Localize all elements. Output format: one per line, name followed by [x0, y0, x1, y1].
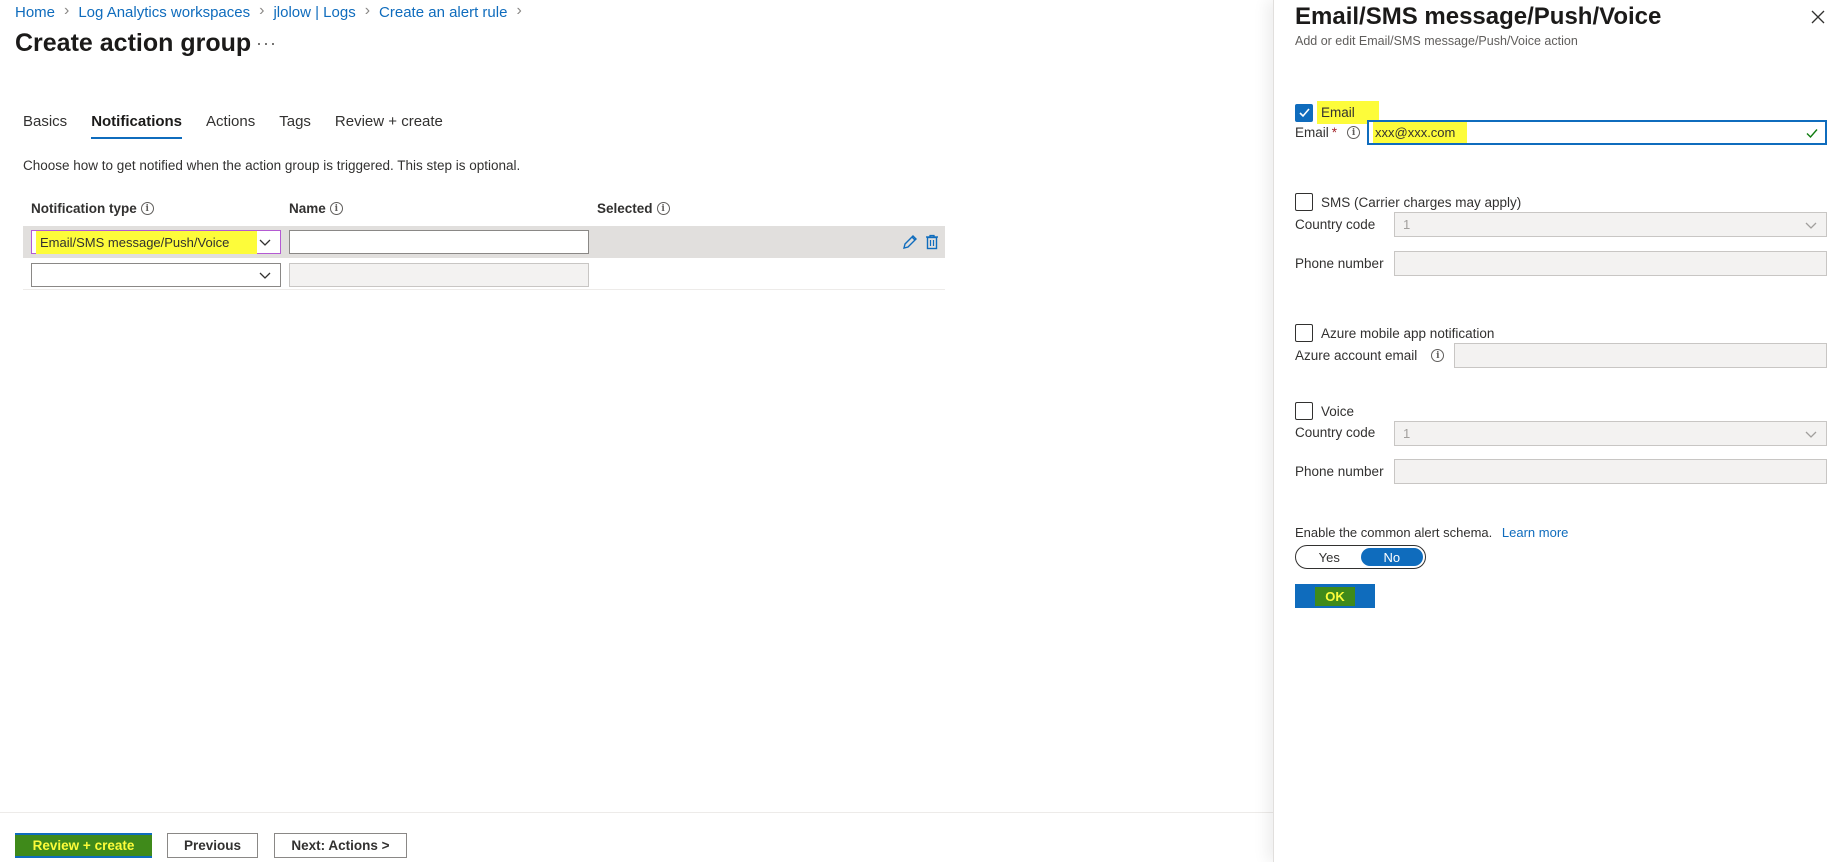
previous-button[interactable]: Previous — [167, 833, 258, 858]
breadcrumb-home[interactable]: Home — [15, 4, 55, 21]
panel-title: Email/SMS message/Push/Voice — [1295, 3, 1662, 30]
page-title: Create action group — [15, 29, 252, 57]
voice-checkbox[interactable] — [1295, 402, 1313, 420]
edit-icon[interactable] — [901, 233, 919, 251]
info-icon[interactable]: i — [1431, 349, 1445, 362]
sms-phone-number-label: Phone number — [1295, 256, 1384, 271]
sms-country-code-dropdown[interactable]: 1 — [1394, 212, 1827, 237]
common-alert-schema-text: Enable the common alert schema. — [1295, 525, 1493, 540]
breadcrumb-log-analytics-workspaces[interactable]: Log Analytics workspaces — [78, 4, 250, 21]
table-row — [23, 258, 945, 290]
tab-description: Choose how to get notified when the acti… — [23, 158, 521, 173]
notification-name-input[interactable] — [289, 230, 589, 254]
sms-country-code-label: Country code — [1295, 217, 1376, 232]
footer-divider — [0, 812, 1273, 813]
breadcrumb-separator-icon: › — [516, 2, 522, 19]
chevron-down-icon — [1805, 431, 1817, 438]
chevron-down-icon — [259, 239, 271, 246]
schema-yes-option[interactable]: Yes — [1298, 548, 1361, 566]
column-header-notification-type: Notification type i — [31, 201, 154, 216]
info-icon[interactable]: i — [329, 202, 343, 215]
voice-phone-number-input[interactable] — [1394, 459, 1827, 484]
ok-label: OK — [1315, 586, 1355, 606]
info-icon[interactable]: i — [140, 202, 154, 215]
tab-notifications[interactable]: Notifications — [91, 113, 182, 139]
voice-country-code-dropdown[interactable]: 1 — [1394, 421, 1827, 446]
voice-checkbox-row: Voice — [1295, 402, 1354, 420]
tab-actions[interactable]: Actions — [206, 113, 255, 139]
table-row: Email/SMS message/Push/Voice — [23, 226, 945, 258]
next-actions-button[interactable]: Next: Actions > — [274, 833, 407, 858]
notification-type-value: Email/SMS message/Push/Voice — [36, 230, 258, 254]
more-options-icon[interactable]: ··· — [256, 33, 277, 54]
breadcrumb-create-alert-rule[interactable]: Create an alert rule — [379, 4, 507, 21]
info-icon[interactable]: i — [1347, 126, 1361, 139]
common-alert-schema-toggle: Yes No — [1295, 545, 1426, 569]
required-indicator: * — [1331, 125, 1338, 140]
common-alert-schema-label: Enable the common alert schema. Learn mo… — [1295, 525, 1568, 540]
column-header-selected: Selected i — [597, 201, 670, 216]
column-header-label: Selected — [597, 201, 653, 216]
azure-account-email-input[interactable] — [1454, 343, 1827, 368]
learn-more-link[interactable]: Learn more — [1502, 525, 1568, 540]
azure-account-email-text: Azure account email — [1295, 348, 1418, 363]
azure-app-checkbox[interactable] — [1295, 324, 1313, 342]
voice-checkbox-label: Voice — [1321, 403, 1355, 419]
notification-type-dropdown[interactable] — [31, 263, 281, 287]
row-actions — [897, 233, 941, 251]
checkmark-icon — [1298, 108, 1310, 118]
email-value: xxx@xxx.com — [1373, 122, 1468, 143]
sms-checkbox-row: SMS (Carrier charges may apply) — [1295, 193, 1521, 211]
info-icon[interactable]: i — [656, 202, 670, 215]
breadcrumb-separator-icon: › — [364, 2, 371, 19]
sms-checkbox[interactable] — [1295, 193, 1313, 211]
column-header-label: Name — [289, 201, 326, 216]
azure-app-checkbox-row: Azure mobile app notification — [1295, 324, 1494, 342]
notification-type-dropdown[interactable]: Email/SMS message/Push/Voice — [31, 230, 281, 254]
email-checkbox[interactable] — [1295, 103, 1313, 122]
email-label-text: Email — [1295, 125, 1329, 140]
schema-no-option[interactable]: No — [1360, 548, 1423, 566]
delete-icon[interactable] — [923, 233, 941, 251]
breadcrumb-separator-icon: › — [259, 2, 265, 19]
voice-country-code-label: Country code — [1295, 425, 1376, 440]
azure-account-email-label: Azure account email i — [1295, 348, 1445, 363]
sms-phone-number-input[interactable] — [1394, 251, 1827, 276]
email-sms-push-voice-panel: Email/SMS message/Push/Voice Add or edit… — [1273, 0, 1840, 862]
tab-tags[interactable]: Tags — [279, 113, 311, 139]
review-create-label: Review + create — [14, 835, 153, 856]
checkmark-icon — [1806, 129, 1818, 139]
notification-name-input[interactable] — [289, 263, 589, 287]
panel-subtitle: Add or edit Email/SMS message/Push/Voice… — [1295, 34, 1578, 48]
sms-country-code-value: 1 — [1403, 217, 1411, 232]
tab-review-create[interactable]: Review + create — [335, 113, 443, 139]
column-header-label: Notification type — [31, 201, 137, 216]
voice-country-code-value: 1 — [1403, 426, 1411, 441]
review-create-button[interactable]: Review + create — [14, 833, 153, 858]
tab-bar: Basics Notifications Actions Tags Review… — [23, 113, 467, 139]
sms-checkbox-label: SMS (Carrier charges may apply) — [1321, 194, 1522, 210]
azure-app-checkbox-label: Azure mobile app notification — [1321, 325, 1495, 341]
tab-basics[interactable]: Basics — [23, 113, 67, 139]
close-icon[interactable] — [1810, 9, 1826, 25]
breadcrumb: Home › Log Analytics workspaces › jlolow… — [15, 2, 531, 22]
chevron-down-icon — [1805, 222, 1817, 229]
email-field-label: Email * i — [1295, 125, 1361, 140]
breadcrumb-jlolow-logs[interactable]: jlolow | Logs — [273, 4, 355, 21]
breadcrumb-separator-icon: › — [64, 2, 70, 19]
voice-phone-number-label: Phone number — [1295, 464, 1384, 479]
column-header-name: Name i — [289, 201, 343, 216]
ok-button[interactable]: OK — [1295, 584, 1375, 608]
email-field[interactable]: xxx@xxx.com — [1367, 120, 1827, 145]
chevron-down-icon — [259, 272, 271, 279]
